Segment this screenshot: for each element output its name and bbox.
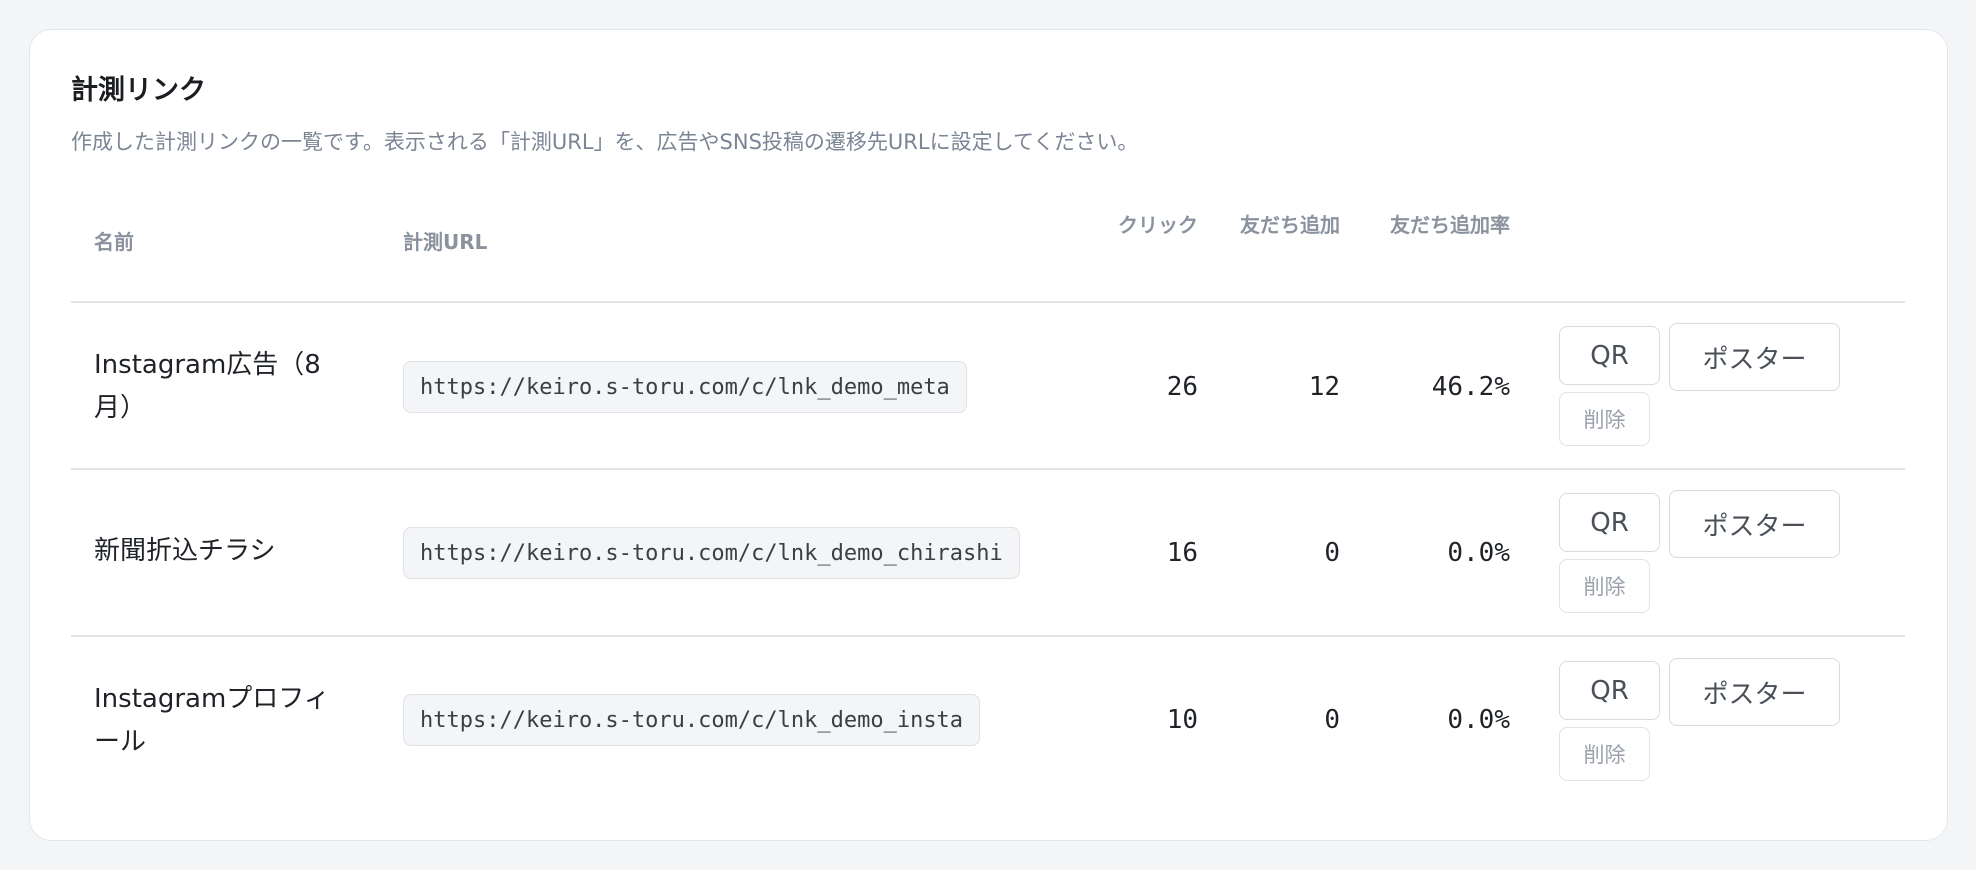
delete-button[interactable]: 削除 (1559, 727, 1650, 781)
poster-button[interactable]: ポスター (1669, 323, 1840, 391)
header-friends-added: 友だち追加 (1240, 213, 1340, 237)
poster-button[interactable]: ポスター (1669, 490, 1840, 558)
row-friend-rate: 0.0% (1447, 705, 1510, 735)
qr-button[interactable]: QR (1559, 326, 1660, 385)
header-url: 計測URL (403, 230, 488, 254)
row-friend-rate: 0.0% (1447, 538, 1510, 568)
row-tracking-url[interactable]: https://keiro.s-toru.com/c/lnk_demo_inst… (403, 694, 981, 746)
row-clicks: 16 (1166, 538, 1198, 568)
header-friend-rate: 友だち追加率 (1390, 213, 1510, 237)
qr-button[interactable]: QR (1559, 493, 1660, 552)
tracking-links-card: 計測リンク 作成した計測リンクの一覧です。表示される「計測URL」を、広告やSN… (29, 29, 1948, 841)
row-tracking-url[interactable]: https://keiro.s-toru.com/c/lnk_demo_meta (403, 361, 967, 413)
row-divider (71, 635, 1905, 637)
row-friends-added: 0 (1324, 538, 1340, 568)
row-friends-added: 0 (1324, 705, 1340, 735)
qr-button[interactable]: QR (1559, 661, 1660, 720)
row-friends-added: 12 (1308, 372, 1340, 402)
card-title: 計測リンク (71, 75, 206, 106)
card-description: 作成した計測リンクの一覧です。表示される「計測URL」を、広告やSNS投稿の遷移… (71, 130, 1139, 154)
row-name: 新聞折込チラシ (94, 536, 276, 566)
poster-button[interactable]: ポスター (1669, 658, 1840, 726)
row-name: Instagram広告（8月） (94, 350, 321, 423)
row-clicks: 10 (1166, 705, 1198, 735)
delete-button[interactable]: 削除 (1559, 559, 1650, 613)
header-name: 名前 (94, 230, 134, 254)
row-divider (71, 468, 1905, 470)
row-name: Instagramプロフィール (94, 684, 330, 757)
delete-button[interactable]: 削除 (1559, 392, 1650, 446)
header-divider (71, 301, 1905, 303)
row-friend-rate: 46.2% (1431, 372, 1510, 402)
row-tracking-url[interactable]: https://keiro.s-toru.com/c/lnk_demo_chir… (403, 527, 1020, 579)
header-clicks: クリック (1118, 213, 1198, 237)
row-clicks: 26 (1166, 372, 1198, 402)
